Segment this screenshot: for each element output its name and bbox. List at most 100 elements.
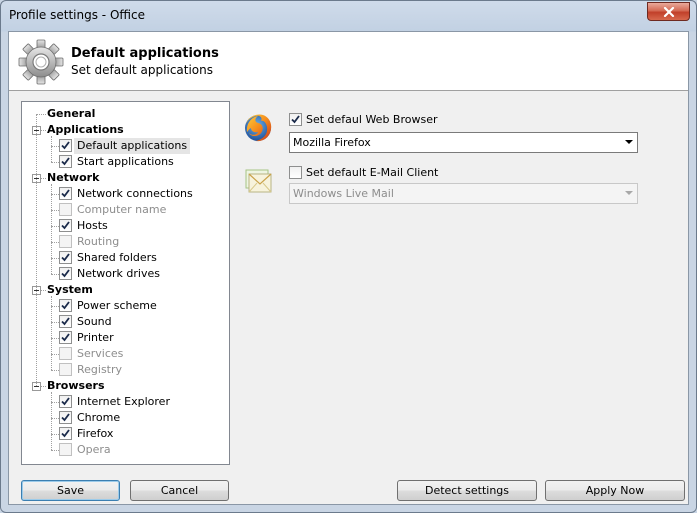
tree-connector xyxy=(51,296,52,370)
email-client-select[interactable]: Windows Live Mail xyxy=(289,183,638,204)
tree-connector xyxy=(51,450,59,451)
tree-group-label: Applications xyxy=(47,123,124,136)
tree-item[interactable]: Firefox xyxy=(22,426,222,442)
tree-item[interactable]: Opera xyxy=(22,442,222,458)
tree-item[interactable]: Internet Explorer xyxy=(22,394,222,410)
checkmark-icon xyxy=(61,397,70,406)
tree-item-checkbox[interactable] xyxy=(59,187,72,200)
detect-settings-button[interactable]: Detect settings xyxy=(397,480,537,501)
tree-item[interactable]: Network drives xyxy=(22,266,222,282)
tree-item-checkbox[interactable] xyxy=(59,395,72,408)
tree-item-checkbox[interactable] xyxy=(59,411,72,424)
tree-item[interactable]: Registry xyxy=(22,362,222,378)
chevron-down-icon xyxy=(625,140,633,144)
tree-item[interactable]: Printer xyxy=(22,330,222,346)
tree-group[interactable]: Network xyxy=(22,170,222,186)
chevron-down-icon xyxy=(625,191,633,195)
tree-item-checkbox[interactable] xyxy=(59,203,72,216)
tree-connector xyxy=(51,322,59,323)
tree-item-checkbox[interactable] xyxy=(59,315,72,328)
tree-connector xyxy=(51,226,59,227)
tree-item[interactable]: Computer name xyxy=(22,202,222,218)
header-banner: Default applications Set default applica… xyxy=(9,32,688,91)
tree-item-checkbox[interactable] xyxy=(59,363,72,376)
checkmark-icon xyxy=(61,221,70,230)
tree-item[interactable]: Sound xyxy=(22,314,222,330)
set-default-email-checkbox[interactable] xyxy=(289,166,302,179)
page-title: Default applications xyxy=(71,46,219,61)
apply-now-button[interactable]: Apply Now xyxy=(545,480,685,501)
settings-tree[interactable]: General Applications Default applications S… xyxy=(21,101,230,465)
tree-connector xyxy=(51,136,52,162)
tree-connector xyxy=(51,306,59,307)
tree-item[interactable]: Chrome xyxy=(22,410,222,426)
tree-connector xyxy=(51,258,59,259)
tree-item[interactable]: Routing xyxy=(22,234,222,250)
set-default-browser-checkbox[interactable] xyxy=(289,113,302,126)
tree-item-label: Routing xyxy=(77,235,120,248)
tree-connector xyxy=(36,114,46,115)
tree-connector xyxy=(51,434,59,435)
tree-group-label: General xyxy=(47,107,96,120)
tree-item-label: Sound xyxy=(77,315,112,328)
tree-item-label: Chrome xyxy=(77,411,121,424)
tree-group[interactable]: General xyxy=(22,106,222,122)
tree-connector xyxy=(51,210,59,211)
tree-item-label: Hosts xyxy=(77,219,108,232)
close-button[interactable] xyxy=(647,2,690,21)
tree-group[interactable]: System xyxy=(22,282,222,298)
checkmark-icon xyxy=(61,413,70,422)
title-bar[interactable]: Profile settings - Office xyxy=(1,1,696,30)
tree-connector xyxy=(36,114,37,386)
checkmark-icon xyxy=(61,333,70,342)
tree-connector xyxy=(51,194,59,195)
tree-connector xyxy=(51,370,59,371)
tree-item-checkbox[interactable] xyxy=(59,347,72,360)
tree-group-label: Browsers xyxy=(47,379,105,392)
set-default-email-label: Set default E-Mail Client xyxy=(306,166,439,179)
browser-select[interactable]: Mozilla Firefox xyxy=(289,132,638,153)
set-default-browser-label: Set defaul Web Browser xyxy=(306,113,438,126)
tree-group[interactable]: Browsers xyxy=(22,378,222,394)
tree-item[interactable]: Start applications xyxy=(22,154,222,170)
tree-connector xyxy=(51,338,59,339)
tree-item-label: Services xyxy=(77,347,124,360)
tree-item[interactable]: Shared folders xyxy=(22,250,222,266)
tree-item-label: Registry xyxy=(77,363,123,376)
browser-select-value: Mozilla Firefox xyxy=(293,136,371,149)
window-title: Profile settings - Office xyxy=(9,8,145,22)
tree-item-label: Internet Explorer xyxy=(77,395,170,408)
tree-connector xyxy=(41,290,46,291)
tree-item-checkbox[interactable] xyxy=(59,299,72,312)
tree-item-checkbox[interactable] xyxy=(59,219,72,232)
tree-item-label: Firefox xyxy=(77,427,114,440)
checkmark-icon xyxy=(61,157,70,166)
tree-item-checkbox[interactable] xyxy=(59,155,72,168)
tree-group-label: System xyxy=(47,283,93,296)
client-area: Default applications Set default applica… xyxy=(8,31,689,505)
tree-item[interactable]: Power scheme xyxy=(22,298,222,314)
cancel-button[interactable]: Cancel xyxy=(130,480,229,501)
tree-item-checkbox[interactable] xyxy=(59,443,72,456)
firefox-icon xyxy=(245,114,272,142)
checkmark-icon xyxy=(61,141,70,150)
tree-item[interactable]: Services xyxy=(22,346,222,362)
tree-item[interactable]: Default applications xyxy=(22,138,222,154)
tree-item[interactable]: Hosts xyxy=(22,218,222,234)
tree-item-checkbox[interactable] xyxy=(59,235,72,248)
tree-item-label: Opera xyxy=(77,443,111,456)
tree-item-label: Printer xyxy=(77,331,114,344)
mail-client-icon xyxy=(245,169,272,193)
checkmark-icon xyxy=(291,115,300,124)
tree-connector xyxy=(51,402,59,403)
tree-item[interactable]: Network connections xyxy=(22,186,222,202)
tree-item-checkbox[interactable] xyxy=(59,267,72,280)
tree-item-checkbox[interactable] xyxy=(59,139,72,152)
tree-item-checkbox[interactable] xyxy=(59,331,72,344)
tree-item-label: Shared folders xyxy=(77,251,157,264)
tree-item-label: Computer name xyxy=(77,203,167,216)
tree-item-checkbox[interactable] xyxy=(59,427,72,440)
save-button[interactable]: Save xyxy=(21,480,120,501)
tree-item-checkbox[interactable] xyxy=(59,251,72,264)
tree-group[interactable]: Applications xyxy=(22,122,222,138)
